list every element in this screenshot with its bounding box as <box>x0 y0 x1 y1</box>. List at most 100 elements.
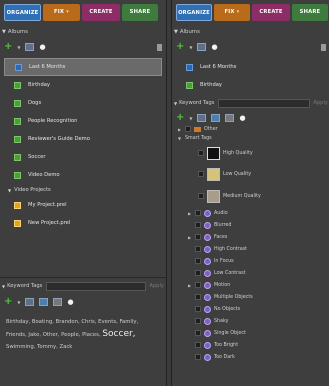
tag-icon[interactable] <box>197 114 207 122</box>
keyword-tags-header[interactable]: ▼ Keyword Tags Apply <box>174 98 328 108</box>
tag-checkbox[interactable] <box>195 330 201 336</box>
add-icon[interactable]: + <box>176 113 184 123</box>
lightbulb-icon[interactable]: ● <box>211 43 217 51</box>
albums-header[interactable]: ▼ Albums <box>2 28 164 37</box>
tag-checkbox[interactable] <box>185 126 191 132</box>
tag-category-smart-tags[interactable]: ▼ Smart Tags <box>178 133 328 143</box>
cloud-view-icon[interactable] <box>39 298 49 306</box>
tab-fix[interactable]: FIX ▾ <box>43 4 80 21</box>
smart-tag-too-bright[interactable]: Too Bright <box>178 339 328 351</box>
lightbulb-icon[interactable]: ● <box>67 298 73 306</box>
smart-tag-multiple-objects[interactable]: Multiple Objects <box>178 291 328 303</box>
album-label: Video Demo <box>28 172 60 178</box>
expand-triangle-icon[interactable]: ▶ <box>188 211 192 216</box>
album-item-soccer[interactable]: Soccer <box>4 148 162 166</box>
tag-checkbox[interactable] <box>195 234 201 240</box>
album-item-dogs[interactable]: Dogs <box>4 94 162 112</box>
expand-triangle-icon[interactable]: ▶ <box>188 283 192 288</box>
expand-triangle-icon[interactable]: ▶ <box>188 235 192 240</box>
sort-icon[interactable] <box>53 298 63 306</box>
smart-tag-in-focus[interactable]: In Focus <box>178 255 328 267</box>
tag-category-other[interactable]: ▶ Other <box>178 125 328 133</box>
apply-button[interactable]: Apply <box>313 100 328 106</box>
project-item-new-project[interactable]: New Project.prel <box>4 214 162 232</box>
chevron-down-icon[interactable]: ▼ <box>17 45 20 50</box>
keyword-search-input[interactable] <box>46 281 147 291</box>
smart-tag-too-dark[interactable]: Too Dark <box>178 351 328 363</box>
lightbulb-icon[interactable]: ● <box>239 114 245 122</box>
edit-album-icon[interactable] <box>25 43 35 51</box>
chevron-down-icon[interactable]: ▼ <box>189 116 192 121</box>
tab-share[interactable]: SHARE <box>122 4 158 21</box>
tab-create[interactable]: CREATE <box>82 4 120 21</box>
smart-tag-low-contrast[interactable]: Low Contrast <box>178 267 328 279</box>
smart-tag-faces[interactable]: ▶ Faces <box>178 231 328 243</box>
smart-tag-blurred[interactable]: Blurred <box>178 219 328 231</box>
tag-checkbox[interactable] <box>195 306 201 312</box>
albums-header-label: Albums <box>7 29 28 35</box>
tab-organize[interactable]: ORGANIZE <box>176 4 212 21</box>
keyword-search-input[interactable] <box>218 98 311 108</box>
sort-icon[interactable] <box>225 114 235 122</box>
smart-tag-medium-quality[interactable]: Medium Quality <box>178 185 328 207</box>
tag-checkbox[interactable] <box>195 282 201 288</box>
lightbulb-icon[interactable]: ● <box>39 43 45 51</box>
collapse-triangle-icon[interactable]: ▼ <box>178 136 182 141</box>
smart-tag-icon <box>204 257 211 265</box>
tab-create[interactable]: CREATE <box>252 4 290 21</box>
chevron-down-icon[interactable]: ▼ <box>17 300 20 305</box>
smart-tag-no-objects[interactable]: No Objects <box>178 303 328 315</box>
tag-checkbox[interactable] <box>195 354 201 360</box>
project-item-my-project[interactable]: My Project.prel <box>4 196 162 214</box>
tag-cloud-text-end[interactable]: Swimming, Tommy, Zack <box>6 344 72 350</box>
tab-organize[interactable]: ORGANIZE <box>4 4 41 21</box>
trash-icon[interactable] <box>157 43 162 51</box>
tag-label: Motion <box>214 282 231 288</box>
smart-tag-motion[interactable]: ▶ Motion <box>178 279 328 291</box>
add-icon[interactable]: + <box>176 42 184 52</box>
tag-checkbox[interactable] <box>195 246 201 252</box>
edit-album-icon[interactable] <box>197 43 207 51</box>
albums-header[interactable]: ▼ Albums <box>174 28 328 37</box>
smart-tag-high-contrast[interactable]: High Contrast <box>178 243 328 255</box>
tag-cloud-soccer[interactable]: Soccer, <box>102 329 135 339</box>
tag-checkbox[interactable] <box>195 318 201 324</box>
chevron-down-icon[interactable]: ▼ <box>189 45 192 50</box>
tag-checkbox[interactable] <box>198 171 204 177</box>
trash-icon[interactable] <box>321 43 326 51</box>
tag-icon[interactable] <box>25 298 35 306</box>
tab-share[interactable]: SHARE <box>292 4 328 21</box>
keyword-tags-header[interactable]: ▼ Keyword Tags Apply <box>2 281 164 291</box>
smart-tag-icon <box>204 293 211 301</box>
album-item-birthday[interactable]: Birthday <box>4 76 162 94</box>
tag-checkbox[interactable] <box>195 342 201 348</box>
album-item-last-6-months[interactable]: Last 6 Months <box>176 58 326 76</box>
cloud-view-icon[interactable] <box>211 114 221 122</box>
tag-checkbox[interactable] <box>195 210 201 216</box>
album-item-birthday[interactable]: Birthday <box>176 76 326 94</box>
album-item-people-recognition[interactable]: People Recognition <box>4 112 162 130</box>
album-item-last-6-months[interactable]: Last 6 Months <box>4 58 162 76</box>
smart-tag-single-object[interactable]: Single Object <box>178 327 328 339</box>
expand-triangle-icon[interactable]: ▶ <box>178 127 182 132</box>
add-icon[interactable]: + <box>4 42 12 52</box>
add-icon[interactable]: + <box>4 297 12 307</box>
tag-label: Multiple Objects <box>214 294 253 300</box>
apply-button[interactable]: Apply <box>149 283 164 289</box>
tag-checkbox[interactable] <box>195 222 201 228</box>
tag-checkbox[interactable] <box>195 294 201 300</box>
albums-list: Last 6 Months Birthday Dogs People Recog… <box>4 58 162 232</box>
smart-tag-high-quality[interactable]: High Quality <box>178 143 328 163</box>
tag-checkbox[interactable] <box>198 193 204 199</box>
tab-fix[interactable]: FIX ▾ <box>214 4 250 21</box>
tag-label: Low Quality <box>223 171 252 177</box>
video-projects-header[interactable]: ▼ Video Projects <box>4 184 162 196</box>
tag-checkbox[interactable] <box>195 270 201 276</box>
smart-tag-low-quality[interactable]: Low Quality <box>178 163 328 185</box>
smart-tag-shaky[interactable]: Shaky <box>178 315 328 327</box>
smart-tag-audio[interactable]: ▶ Audio <box>178 207 328 219</box>
album-item-video-demo[interactable]: Video Demo <box>4 166 162 184</box>
tag-checkbox[interactable] <box>195 258 201 264</box>
album-item-reviewers-guide-demo[interactable]: Reviewer's Guide Demo <box>4 130 162 148</box>
tag-checkbox[interactable] <box>198 150 204 156</box>
